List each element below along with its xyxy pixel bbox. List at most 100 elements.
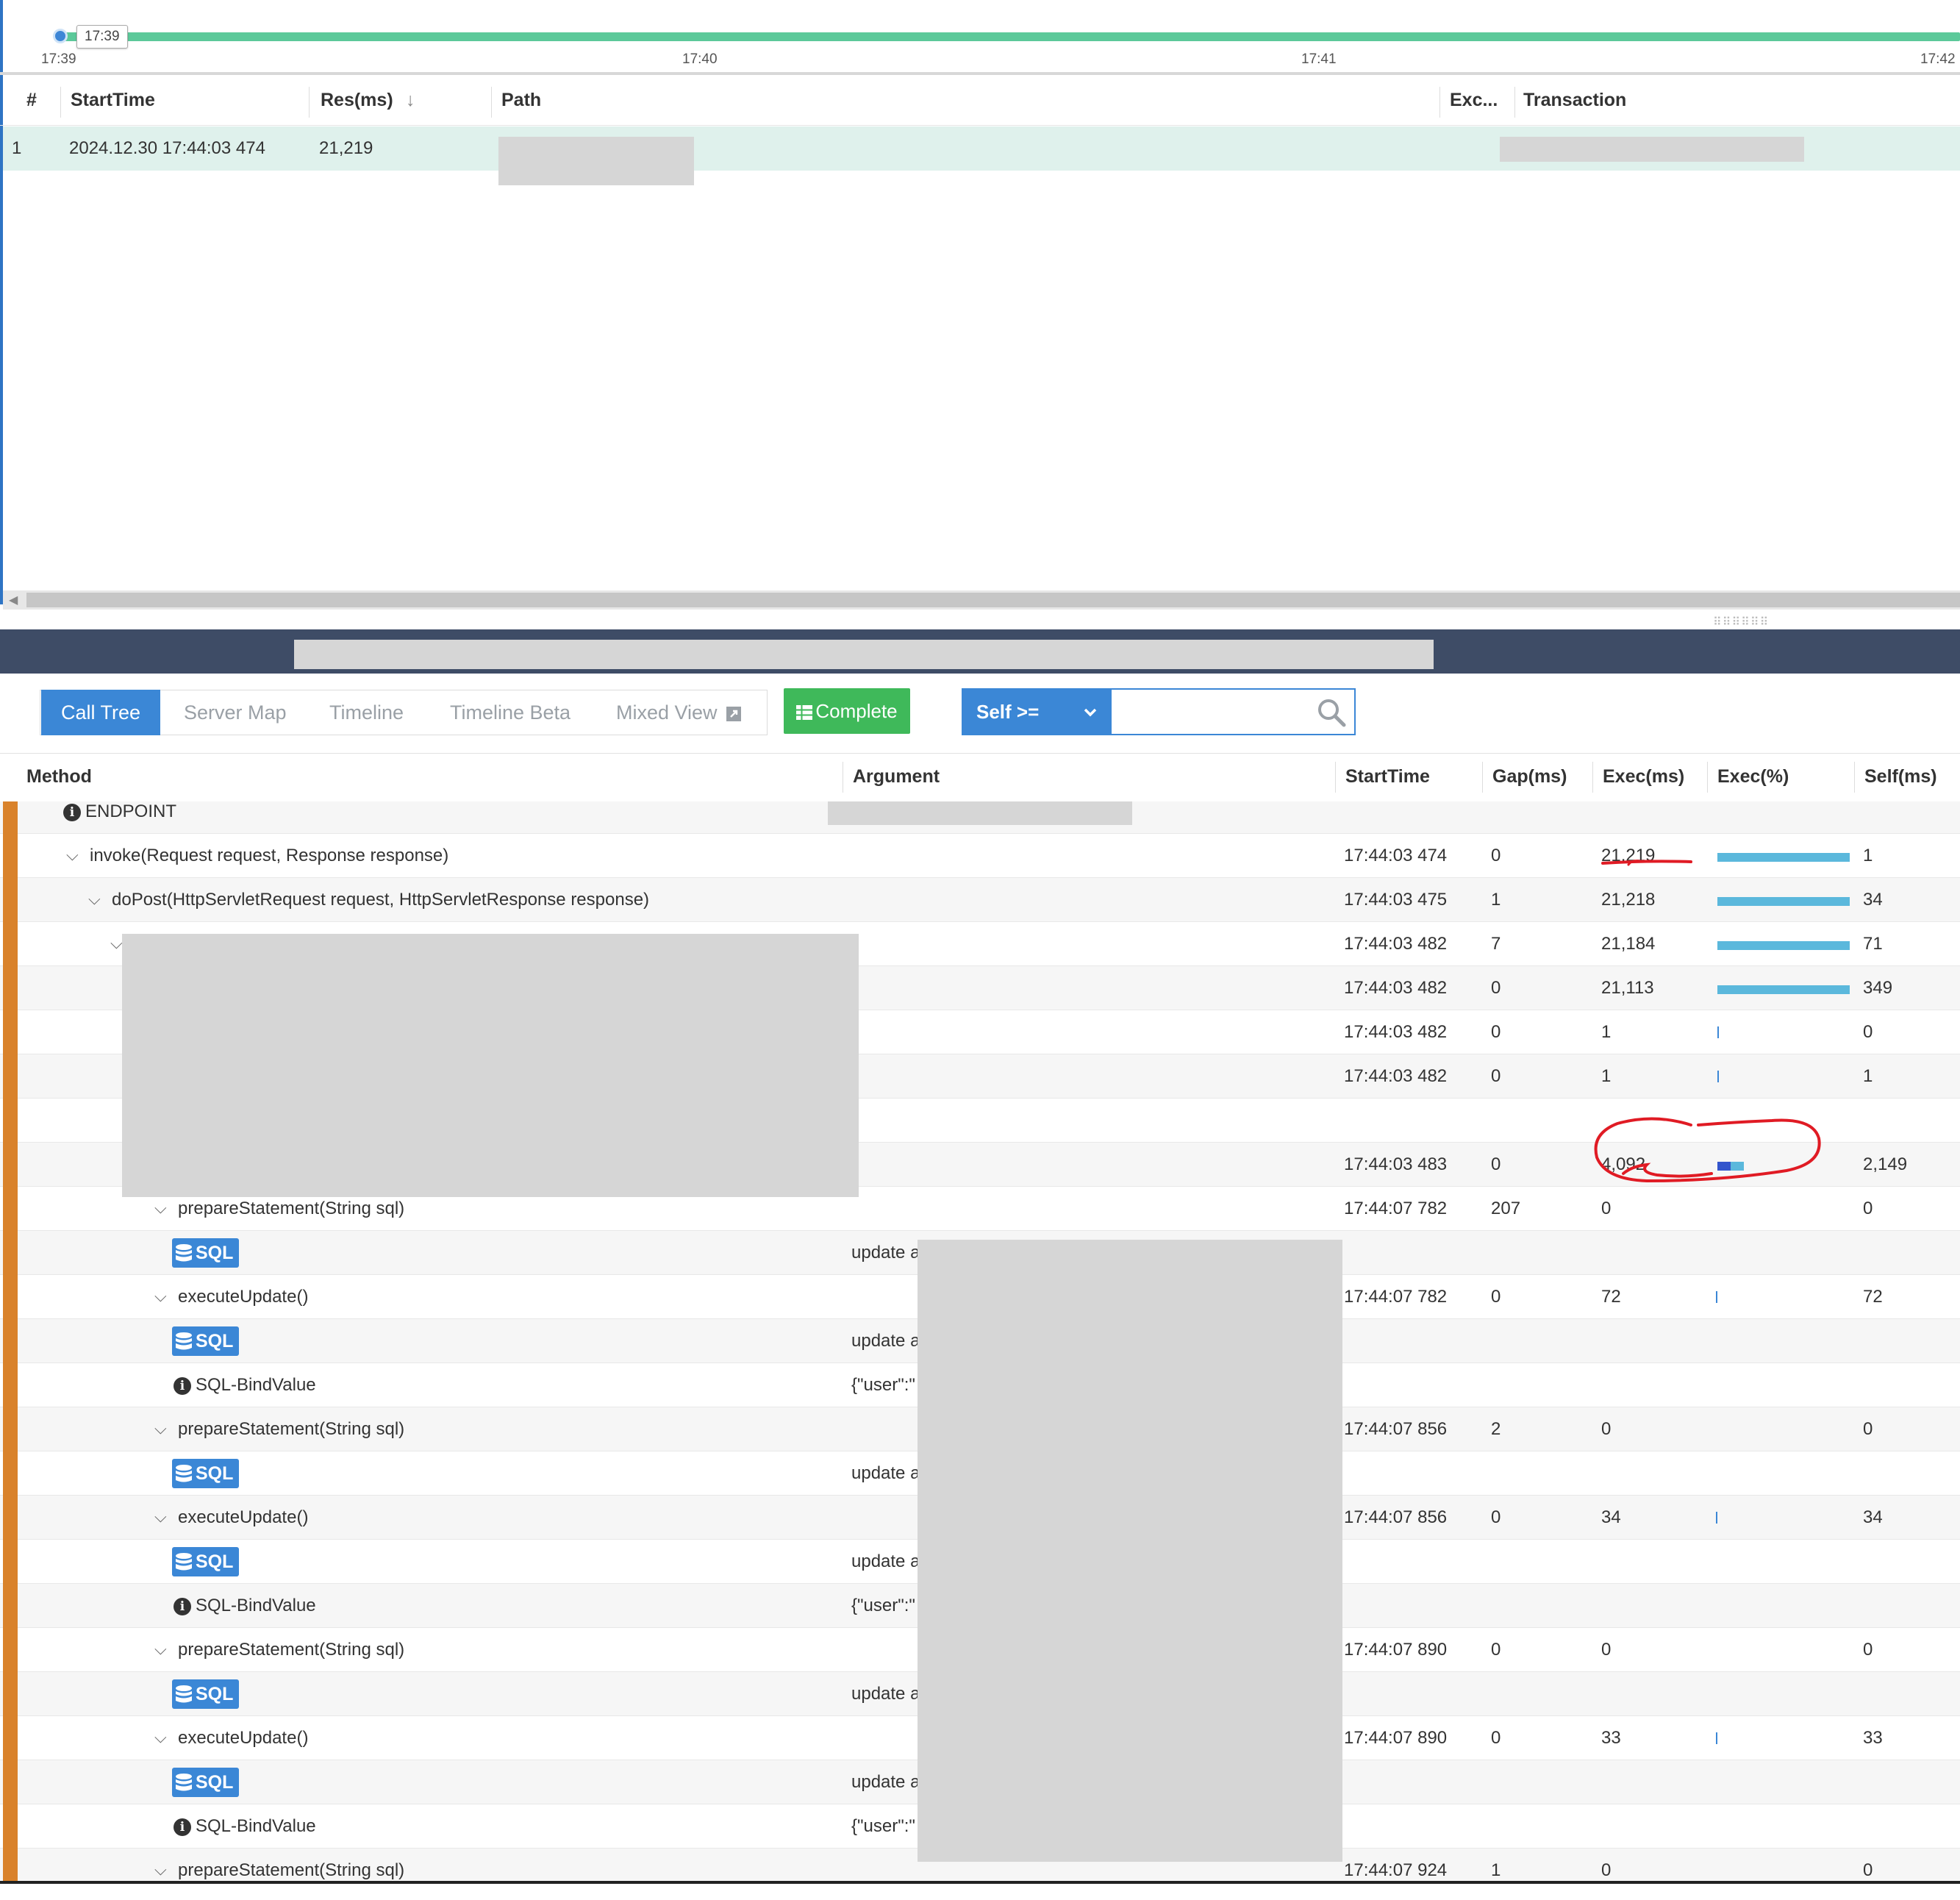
exec-pct-bar	[1716, 1732, 1717, 1744]
chevron-down-icon[interactable]: ⌵	[154, 1716, 167, 1759]
search-icon[interactable]	[1316, 697, 1347, 728]
database-icon	[176, 1244, 192, 1262]
col-header-exec[interactable]: Exec(ms)	[1603, 766, 1684, 788]
gap-ms: 0	[1491, 846, 1501, 865]
col-separator[interactable]	[309, 87, 310, 118]
chevron-down-icon[interactable]: ⌵	[154, 1849, 167, 1882]
self-ms: 349	[1863, 978, 1893, 998]
scroll-left-arrow-icon[interactable]: ◀	[9, 593, 18, 607]
argument: update a	[851, 1243, 920, 1262]
transaction-row-starttime: 2024.12.30 17:44:03 474	[69, 138, 265, 158]
col-header-gap[interactable]: Gap(ms)	[1492, 766, 1567, 788]
chevron-down-icon[interactable]: ⌵	[154, 1628, 167, 1671]
timeline-tick: 17:40	[682, 51, 718, 67]
chevron-down-icon[interactable]: ⌵	[110, 922, 123, 965]
chevron-down-icon[interactable]: ⌵	[154, 1275, 167, 1318]
sql-badge: SQL	[172, 1238, 240, 1268]
tab-server-map[interactable]: Server Map	[184, 690, 287, 735]
col-separator[interactable]	[1514, 87, 1515, 118]
chevron-down-icon[interactable]: ⌵	[88, 878, 101, 921]
gap-ms: 0	[1491, 1728, 1501, 1748]
col-header-transaction[interactable]: Transaction	[1523, 90, 1626, 111]
chevron-down-icon[interactable]: ⌵	[154, 1407, 167, 1450]
endpoint-label: i ENDPOINT	[63, 801, 176, 822]
exec-pct-bar	[1716, 1291, 1717, 1303]
col-separator[interactable]	[60, 87, 61, 118]
tree-depth-bar	[3, 1496, 18, 1540]
timeline-range-track[interactable]	[59, 32, 1960, 41]
tree-depth-bar	[3, 1363, 18, 1407]
col-header-exception[interactable]: Exc...	[1450, 90, 1498, 111]
timeline-range-handle[interactable]	[53, 29, 68, 43]
info-icon: i	[174, 1818, 191, 1836]
start-time: 17:44:07 924	[1344, 1860, 1448, 1880]
exec-pct-bar	[1716, 1512, 1717, 1524]
col-separator[interactable]	[1482, 762, 1483, 793]
method-name: prepareStatement(String sql)	[178, 1860, 405, 1880]
timeline-tooltip: 17:39	[76, 25, 128, 49]
tree-depth-bar	[3, 1231, 18, 1275]
method-name: executeUpdate()	[178, 1507, 309, 1527]
bindvalue-text: SQL-BindValue	[196, 1375, 316, 1395]
chevron-down-icon[interactable]: ⌵	[66, 834, 79, 876]
horizontal-scrollbar-thumb[interactable]	[26, 593, 1960, 607]
tab-call-tree[interactable]: Call Tree	[41, 690, 160, 735]
tree-depth-bar	[3, 922, 18, 966]
tree-depth-bar	[3, 801, 18, 834]
tab-timeline-beta[interactable]: Timeline Beta	[450, 690, 571, 735]
argument: {"user":"	[851, 1816, 915, 1836]
tree-depth-bar	[3, 1099, 18, 1143]
grid-icon	[796, 705, 813, 721]
gap-ms: 0	[1491, 1287, 1501, 1307]
sql-badge: SQL	[172, 1768, 240, 1797]
sort-desc-icon[interactable]: ↓	[406, 90, 415, 111]
exec-ms: 0	[1601, 1640, 1612, 1660]
start-time: 17:44:03 475	[1344, 890, 1448, 910]
database-icon	[176, 1774, 192, 1791]
gap-ms: 0	[1491, 1066, 1501, 1086]
col-header-self[interactable]: Self(ms)	[1864, 766, 1937, 788]
search-input[interactable]	[1113, 691, 1315, 734]
timeline-tick: 17:41	[1301, 51, 1337, 67]
self-ms: 1	[1863, 1066, 1873, 1086]
tab-timeline[interactable]: Timeline	[329, 690, 404, 735]
col-separator[interactable]	[1707, 762, 1708, 793]
splitter-grip-icon[interactable]: ⠿⠿⠿⠿⠿⠿	[1713, 615, 1769, 629]
col-header-starttime[interactable]: StartTime	[1345, 766, 1430, 788]
method-name: prepareStatement(String sql)	[178, 1640, 405, 1660]
col-header-argument[interactable]: Argument	[853, 766, 940, 788]
col-separator[interactable]	[491, 87, 492, 118]
col-separator[interactable]	[1854, 762, 1855, 793]
info-icon: i	[174, 1376, 191, 1395]
timeline-tick: 17:39	[41, 51, 76, 67]
col-separator[interactable]	[1335, 762, 1336, 793]
database-icon	[176, 1465, 192, 1482]
chevron-down-icon[interactable]: ⌵	[154, 1496, 167, 1538]
complete-button[interactable]: Complete	[784, 688, 910, 734]
gap-ms: 0	[1491, 1507, 1501, 1527]
bindvalue-label: i SQL-BindValue	[174, 1363, 316, 1407]
col-header-starttime[interactable]: StartTime	[71, 90, 155, 111]
redacted-method-names	[122, 934, 859, 1197]
redacted-transaction	[1500, 137, 1804, 162]
sql-badge-label: SQL	[196, 1684, 234, 1704]
exec-ms: 33	[1601, 1728, 1621, 1748]
tree-depth-bar	[3, 1319, 18, 1363]
tab-mixed-view[interactable]: Mixed View	[616, 690, 742, 735]
gap-ms: 207	[1491, 1199, 1521, 1218]
col-header-path[interactable]: Path	[501, 90, 541, 111]
col-separator[interactable]	[1592, 762, 1593, 793]
col-header-res[interactable]: Res(ms)	[321, 90, 393, 111]
database-icon	[176, 1553, 192, 1571]
col-separator[interactable]	[1439, 87, 1440, 118]
self-filter-label: Self >=	[976, 701, 1040, 723]
col-header-method[interactable]: Method	[26, 766, 92, 788]
col-header-num[interactable]: #	[26, 90, 37, 111]
tree-depth-bar	[3, 1187, 18, 1231]
col-header-exec-pct[interactable]: Exec(%)	[1717, 766, 1789, 788]
start-time: 17:44:07 856	[1344, 1507, 1448, 1527]
exec-ms: 34	[1601, 1507, 1621, 1527]
tab-mixed-view-label: Mixed View	[616, 701, 718, 724]
database-icon	[176, 1685, 192, 1703]
transaction-row-res: 21,219	[319, 138, 373, 158]
